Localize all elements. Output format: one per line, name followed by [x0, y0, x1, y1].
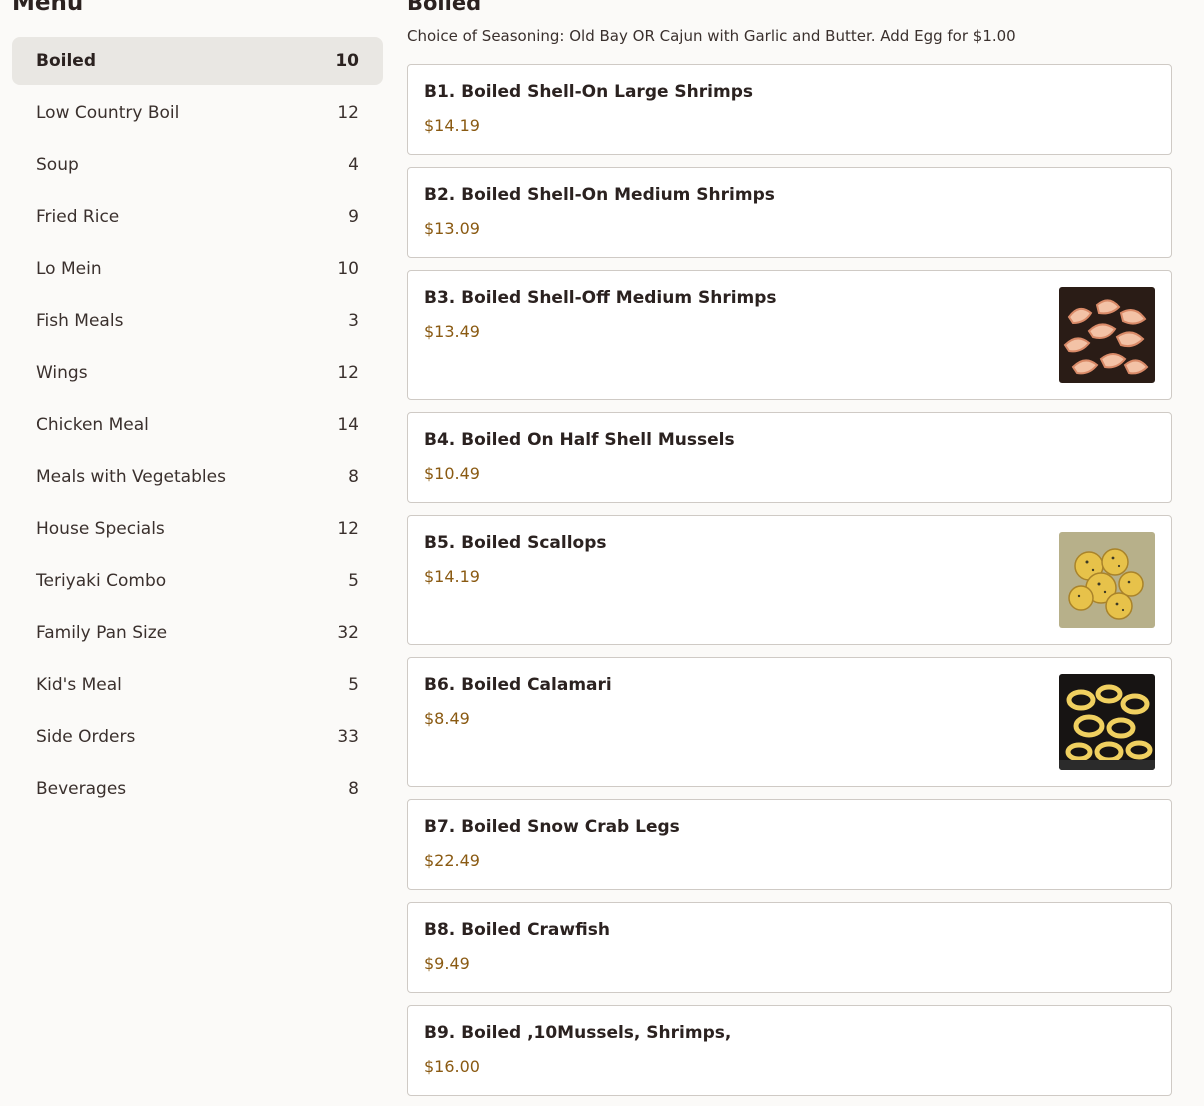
menu-item-b2[interactable]: B2. Boiled Shell-On Medium Shrimps $13.0… — [407, 167, 1172, 258]
category-label: House Specials — [36, 519, 165, 539]
section-description: Choice of Seasoning: Old Bay OR Cajun wi… — [407, 27, 1016, 45]
category-soup[interactable]: Soup 4 — [12, 141, 383, 189]
category-count: 12 — [337, 363, 359, 383]
category-label: Kid's Meal — [36, 675, 122, 695]
menu-item-b6[interactable]: B6. Boiled Calamari $8.49 — [407, 657, 1172, 787]
section-title: Boiled — [407, 0, 482, 15]
item-price: $13.09 — [424, 219, 480, 238]
category-count: 12 — [337, 103, 359, 123]
category-count: 12 — [337, 519, 359, 539]
item-list: B1. Boiled Shell-On Large Shrimps $14.19… — [407, 64, 1172, 1106]
menu-item-b9[interactable]: B9. Boiled ,10Mussels, Shrimps, $16.00 — [407, 1005, 1172, 1096]
menu-item-b4[interactable]: B4. Boiled On Half Shell Mussels $10.49 — [407, 412, 1172, 503]
category-family-pan-size[interactable]: Family Pan Size 32 — [12, 609, 383, 657]
category-fish-meals[interactable]: Fish Meals 3 — [12, 297, 383, 345]
category-fried-rice[interactable]: Fried Rice 9 — [12, 193, 383, 241]
category-house-specials[interactable]: House Specials 12 — [12, 505, 383, 553]
category-count: 5 — [348, 675, 359, 695]
category-meals-with-vegetables[interactable]: Meals with Vegetables 8 — [12, 453, 383, 501]
sidebar-title: Menu — [12, 0, 84, 16]
category-label: Chicken Meal — [36, 415, 149, 435]
item-price: $22.49 — [424, 851, 480, 870]
category-beverages[interactable]: Beverages 8 — [12, 765, 383, 813]
shrimp-photo — [1059, 287, 1155, 383]
item-price: $10.49 — [424, 464, 480, 483]
category-label: Fried Rice — [36, 207, 120, 227]
category-lo-mein[interactable]: Lo Mein 10 — [12, 245, 383, 293]
category-label: Family Pan Size — [36, 623, 168, 643]
category-label: Meals with Vegetables — [36, 467, 226, 487]
menu-item-b5[interactable]: B5. Boiled Scallops $14.19 — [407, 515, 1172, 645]
item-price: $14.19 — [424, 116, 480, 135]
item-name: B4. Boiled On Half Shell Mussels — [424, 430, 735, 450]
menu-item-b8[interactable]: B8. Boiled Crawfish $9.49 — [407, 902, 1172, 993]
category-side-orders[interactable]: Side Orders 33 — [12, 713, 383, 761]
category-low-country-boil[interactable]: Low Country Boil 12 — [12, 89, 383, 137]
category-count: 5 — [348, 571, 359, 591]
item-name: B3. Boiled Shell-Off Medium Shrimps — [424, 288, 777, 308]
item-name: B1. Boiled Shell-On Large Shrimps — [424, 82, 753, 102]
category-count: 33 — [337, 727, 359, 747]
menu-item-b1[interactable]: B1. Boiled Shell-On Large Shrimps $14.19 — [407, 64, 1172, 155]
item-name: B6. Boiled Calamari — [424, 675, 612, 695]
item-price: $16.00 — [424, 1057, 480, 1076]
category-label: Wings — [36, 363, 88, 383]
category-label: Side Orders — [36, 727, 136, 747]
item-name: B2. Boiled Shell-On Medium Shrimps — [424, 185, 775, 205]
item-name: B9. Boiled ,10Mussels, Shrimps, — [424, 1023, 732, 1043]
category-wings[interactable]: Wings 12 — [12, 349, 383, 397]
menu-item-b3[interactable]: B3. Boiled Shell-Off Medium Shrimps $13.… — [407, 270, 1172, 400]
category-label: Lo Mein — [36, 259, 102, 279]
category-teriyaki-combo[interactable]: Teriyaki Combo 5 — [12, 557, 383, 605]
category-boiled[interactable]: Boiled 10 — [12, 37, 383, 85]
category-label: Beverages — [36, 779, 127, 799]
scallops-photo — [1059, 532, 1155, 628]
item-price: $13.49 — [424, 322, 480, 341]
menu-item-b7[interactable]: B7. Boiled Snow Crab Legs $22.49 — [407, 799, 1172, 890]
menu-page: Menu Boiled 10 Low Country Boil 12 Soup … — [0, 0, 1204, 1106]
item-price: $8.49 — [424, 709, 470, 728]
item-name: B5. Boiled Scallops — [424, 533, 607, 553]
calamari-photo — [1059, 674, 1155, 770]
category-label: Low Country Boil — [36, 103, 180, 123]
item-price: $14.19 — [424, 567, 480, 586]
category-label: Soup — [36, 155, 79, 175]
category-count: 9 — [348, 207, 359, 227]
category-count: 14 — [337, 415, 359, 435]
category-label: Fish Meals — [36, 311, 124, 331]
category-count: 10 — [335, 51, 359, 71]
category-count: 8 — [348, 467, 359, 487]
item-price: $9.49 — [424, 954, 470, 973]
category-label: Boiled — [36, 51, 96, 71]
category-kids-meal[interactable]: Kid's Meal 5 — [12, 661, 383, 709]
category-count: 4 — [348, 155, 359, 175]
category-count: 8 — [348, 779, 359, 799]
category-count: 3 — [348, 311, 359, 331]
category-count: 10 — [337, 259, 359, 279]
category-label: Teriyaki Combo — [36, 571, 167, 591]
category-count: 32 — [337, 623, 359, 643]
category-chicken-meal[interactable]: Chicken Meal 14 — [12, 401, 383, 449]
item-name: B8. Boiled Crawfish — [424, 920, 610, 940]
item-name: B7. Boiled Snow Crab Legs — [424, 817, 680, 837]
category-list: Boiled 10 Low Country Boil 12 Soup 4 Fri… — [12, 37, 383, 817]
